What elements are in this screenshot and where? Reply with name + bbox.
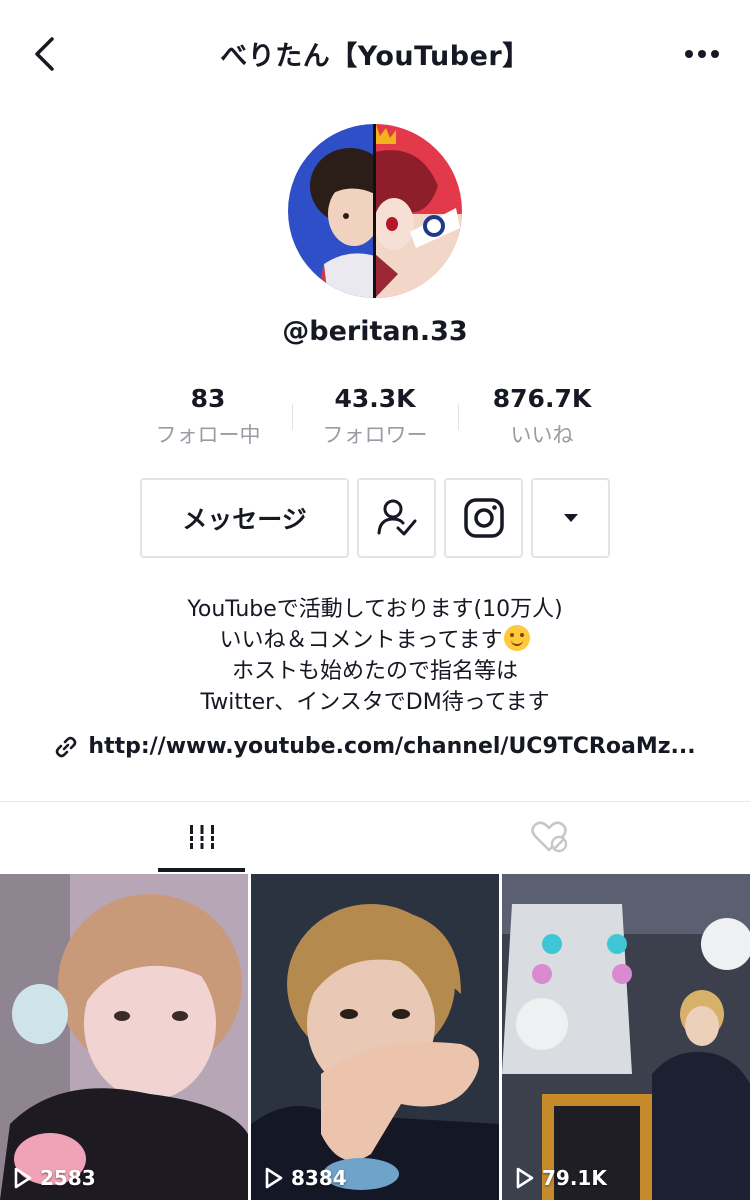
video-thumbnail[interactable]: 8384 — [251, 874, 499, 1200]
active-tab-indicator — [158, 868, 245, 872]
following-count: 83 — [190, 384, 226, 413]
view-count-value: 8384 — [291, 1166, 347, 1190]
page-title: べりたん【YouTuber】 — [220, 41, 530, 72]
video-thumbnail[interactable]: 79.1K — [502, 874, 750, 1200]
following-status-button[interactable] — [357, 478, 436, 558]
avatar[interactable] — [288, 124, 462, 298]
view-count-value: 79.1K — [542, 1166, 607, 1190]
video-thumbnail-image — [502, 874, 750, 1200]
profile-bio: YouTubeで活動しております(10万人) いいね＆コメントまってます ホスト… — [0, 594, 750, 718]
following-label: フォロー中 — [155, 423, 261, 447]
bio-line: いいね＆コメントまってます — [0, 625, 750, 656]
more-options-button[interactable] — [680, 36, 724, 72]
link-icon — [56, 736, 77, 757]
stat-likes: 876.7K いいね — [457, 384, 627, 449]
view-count: 2583 — [14, 1166, 96, 1190]
avatar-image — [288, 124, 462, 298]
grid-icon — [189, 825, 215, 849]
smiling-face-icon — [504, 625, 531, 651]
bio-line: YouTubeで活動しております(10万人) — [187, 597, 563, 622]
video-thumbnail[interactable]: 2583 — [0, 874, 248, 1200]
top-bar: べりたん【YouTuber】 — [0, 0, 750, 110]
play-icon — [265, 1167, 283, 1189]
message-button[interactable]: メッセージ — [140, 478, 349, 558]
video-thumbnail-image — [251, 874, 499, 1200]
suggested-accounts-button[interactable] — [531, 478, 610, 558]
stats-row: 83 フォロー中 43.3K フォロワー 876.7K いいね — [0, 384, 750, 454]
play-icon — [14, 1167, 32, 1189]
user-check-icon — [377, 499, 416, 536]
profile-page: べりたん【YouTuber】 @beritan.33 83 フォロー中 43.3… — [0, 0, 750, 1200]
followers-count: 43.3K — [334, 384, 416, 413]
video-grid: 2583 8384 79.1K — [0, 874, 750, 1200]
caret-down-icon — [563, 514, 578, 522]
heart-hidden-icon — [531, 821, 568, 853]
view-count-value: 2583 — [40, 1166, 96, 1190]
likes-count: 876.7K — [492, 384, 592, 413]
instagram-icon — [463, 498, 504, 538]
instagram-button[interactable] — [444, 478, 523, 558]
followers-label: フォロワー — [322, 423, 428, 447]
likes-label: いいね — [510, 423, 574, 447]
video-thumbnail-image — [0, 874, 248, 1200]
bio-line: Twitter、インスタでDM待ってます — [200, 690, 550, 715]
stat-following[interactable]: 83 フォロー中 — [123, 384, 293, 449]
play-icon — [516, 1167, 534, 1189]
stat-followers[interactable]: 43.3K フォロワー — [290, 384, 460, 449]
more-horizontal-icon — [685, 50, 719, 58]
tab-videos[interactable] — [158, 802, 246, 872]
tabs-divider — [0, 801, 750, 802]
username: @beritan.33 — [282, 316, 468, 347]
bio-link[interactable]: http://www.youtube.com/channel/UC9TCRoaM… — [0, 734, 750, 759]
tab-liked[interactable] — [505, 802, 593, 872]
bio-line-text: いいね＆コメントまってます — [219, 628, 503, 653]
view-count: 79.1K — [516, 1166, 607, 1190]
bio-link-text: http://www.youtube.com/channel/UC9TCRoaM… — [88, 734, 696, 759]
bio-line: ホストも始めたので指名等は — [231, 659, 518, 684]
view-count: 8384 — [265, 1166, 347, 1190]
